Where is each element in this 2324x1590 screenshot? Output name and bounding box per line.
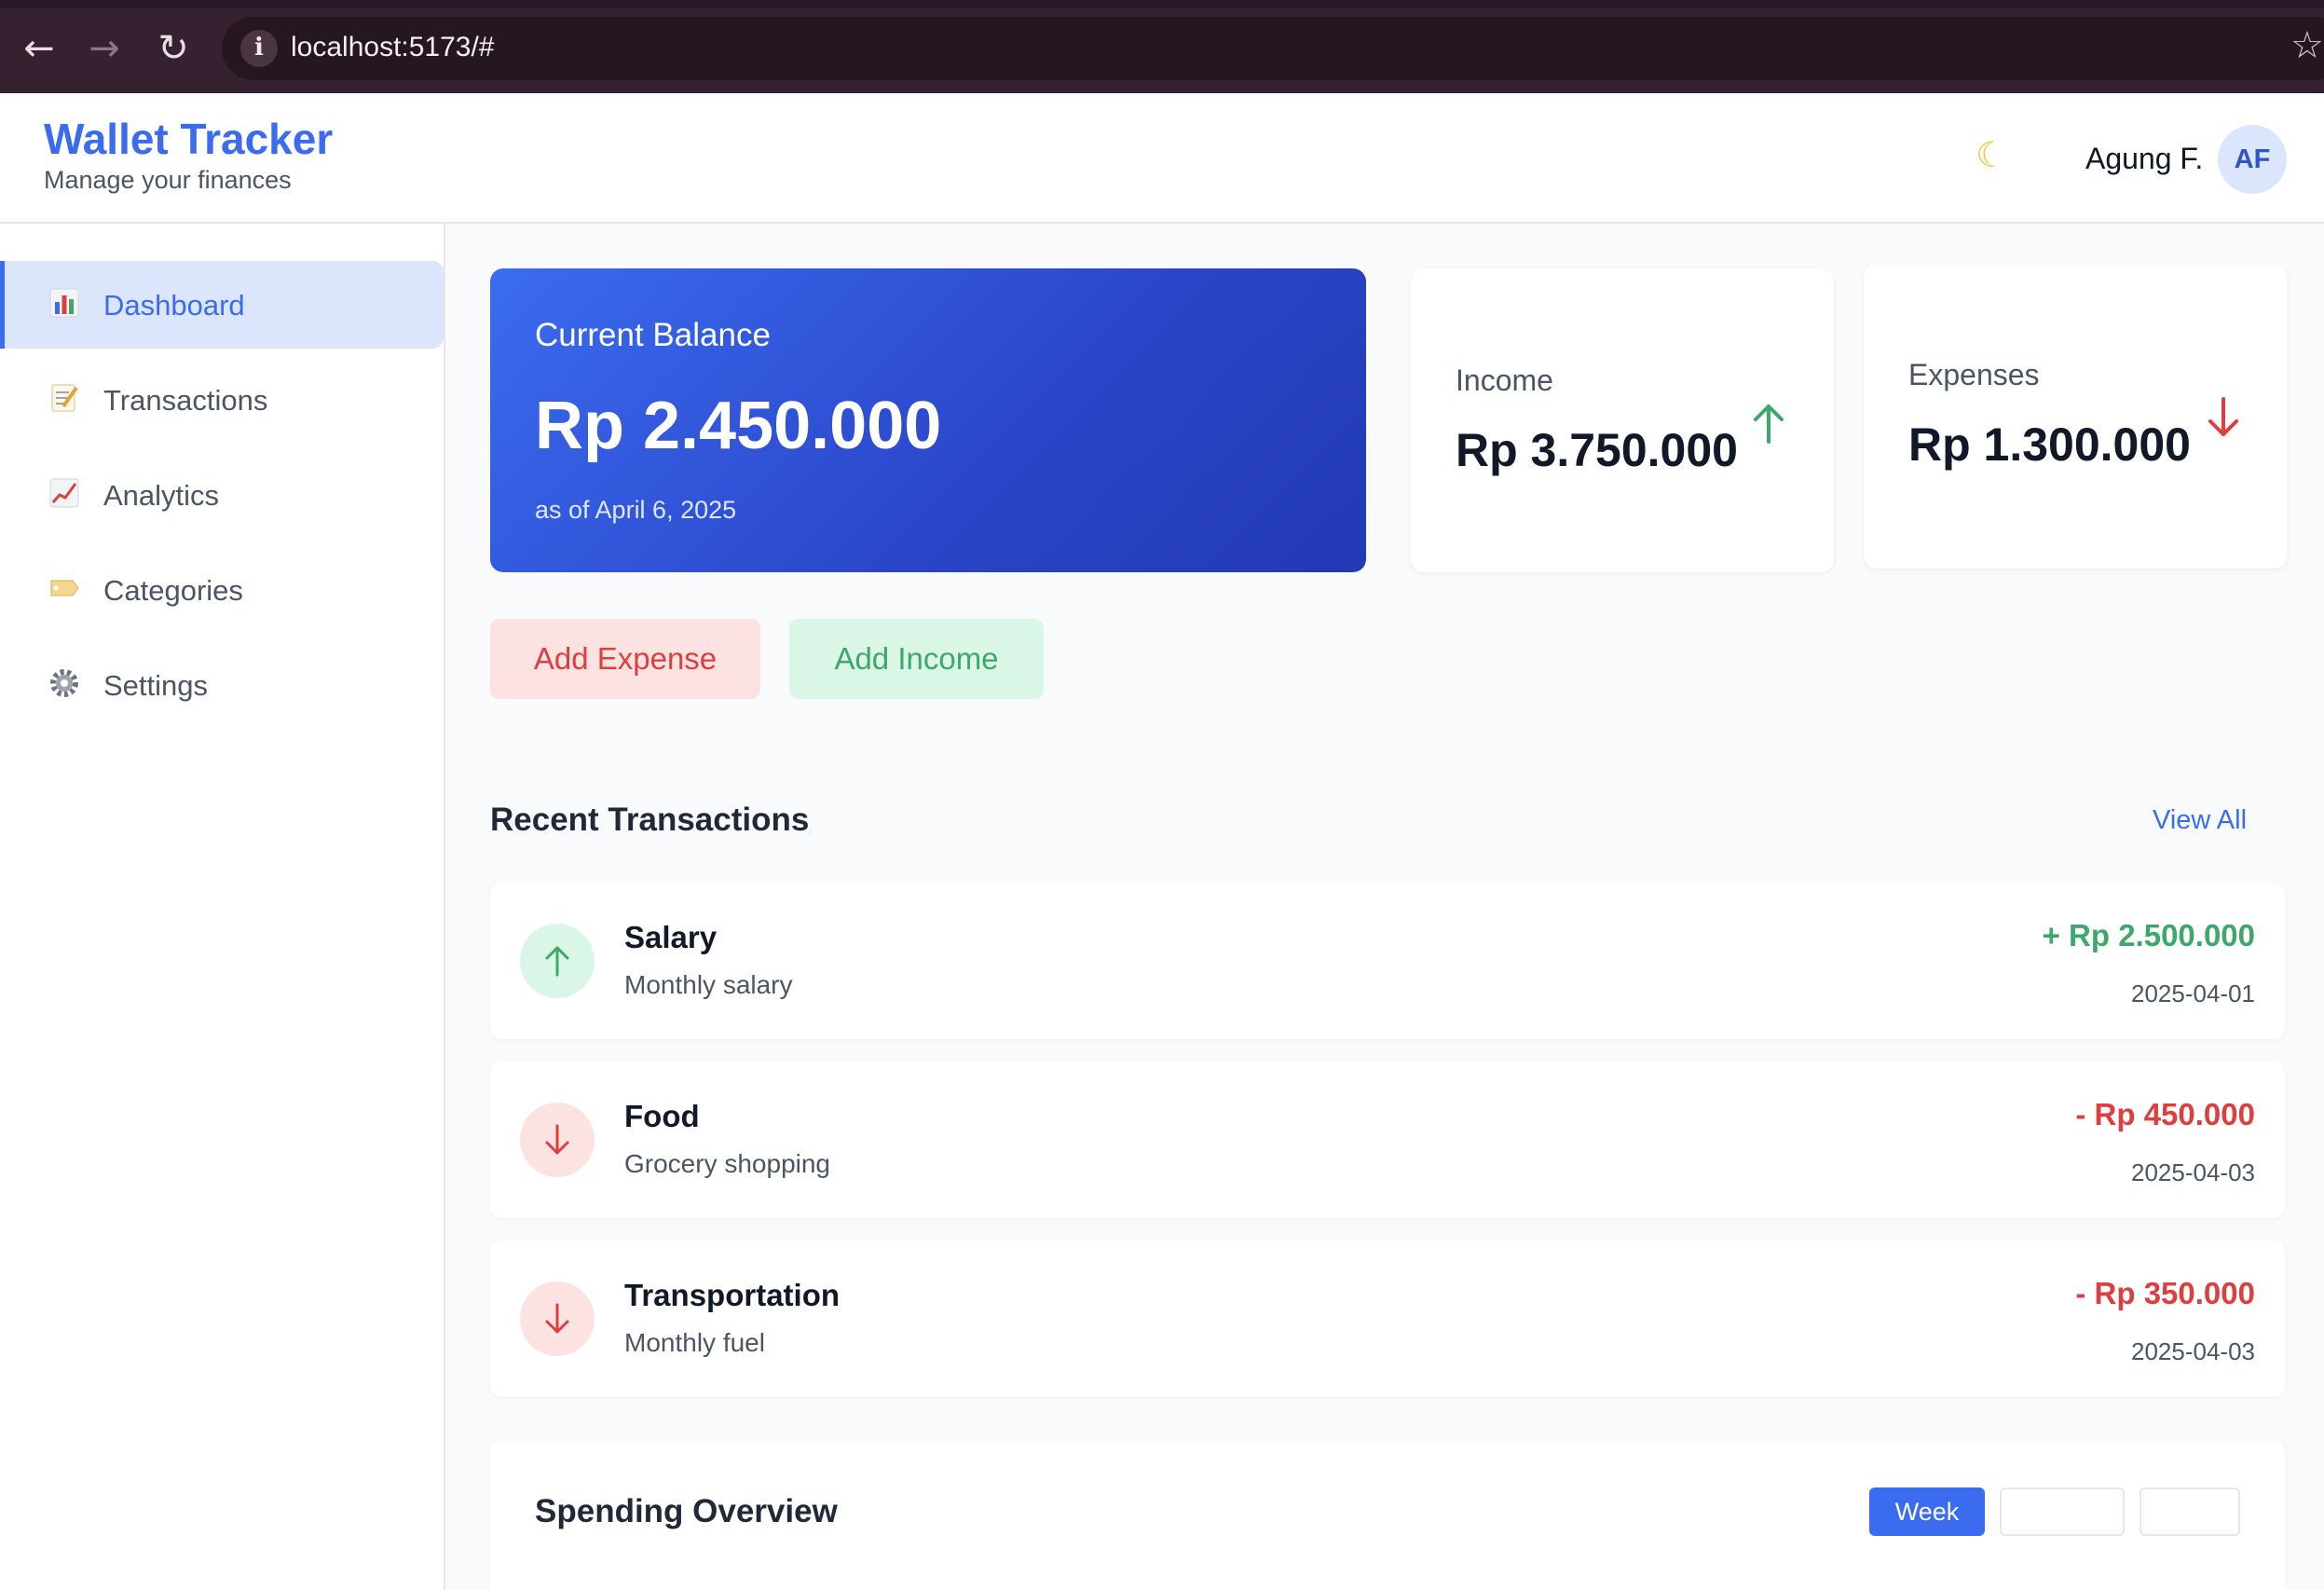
app-header: Wallet Tracker Manage your finances ☾ Ag… bbox=[0, 93, 2324, 224]
tag-icon bbox=[50, 580, 79, 596]
income-card: Income Rp 3.750.000 bbox=[1411, 268, 1834, 572]
expense-indicator bbox=[520, 1103, 595, 1177]
balance-label: Current Balance bbox=[535, 317, 771, 353]
arrow-down-icon bbox=[545, 1124, 569, 1155]
expenses-card: Expenses Rp 1.300.000 bbox=[1864, 265, 2287, 569]
sidebar-item-label: Categories bbox=[103, 574, 243, 607]
arrow-down-icon bbox=[2208, 397, 2238, 436]
sidebar-item-analytics[interactable]: Analytics bbox=[0, 451, 444, 539]
transaction-row[interactable]: Salary Monthly salary + Rp 2.500.000 202… bbox=[490, 883, 2285, 1039]
url-text[interactable]: localhost:5173/# bbox=[291, 32, 495, 63]
address-bar[interactable]: localhost:5173/# bbox=[222, 17, 2324, 80]
transaction-description: Monthly salary bbox=[624, 970, 793, 999]
transaction-date: 2025-04-01 bbox=[2131, 980, 2255, 1007]
period-option-button[interactable] bbox=[2139, 1487, 2240, 1536]
app-subtitle: Manage your finances bbox=[44, 166, 292, 194]
transaction-amount: - Rp 450.000 bbox=[2075, 1097, 2255, 1131]
back-arrow-icon[interactable]: ← bbox=[19, 28, 60, 69]
transaction-amount: + Rp 2.500.000 bbox=[2042, 918, 2255, 953]
sidebar-item-label: Analytics bbox=[103, 479, 220, 512]
memo-icon bbox=[51, 384, 78, 412]
spending-overview-title: Spending Overview bbox=[535, 1493, 838, 1529]
app-title: Wallet Tracker bbox=[44, 115, 334, 163]
reload-icon[interactable]: ↻ bbox=[153, 28, 194, 69]
period-option-button[interactable] bbox=[2000, 1487, 2125, 1536]
sidebar-item-settings[interactable]: Settings bbox=[0, 641, 444, 729]
transaction-description: Monthly fuel bbox=[624, 1328, 765, 1357]
transaction-title: Transportation bbox=[624, 1278, 841, 1312]
arrow-up-icon bbox=[1754, 404, 1784, 444]
sidebar: Dashboard Transactions Analytics Categor… bbox=[0, 224, 445, 1590]
balance-date: as of April 6, 2025 bbox=[535, 496, 737, 524]
transaction-title: Food bbox=[624, 1099, 700, 1133]
expenses-value: Rp 1.300.000 bbox=[1908, 418, 2191, 471]
bar-chart-icon bbox=[49, 288, 79, 318]
bookmark-star-icon[interactable]: ☆ bbox=[2290, 24, 2324, 67]
income-label: Income bbox=[1456, 363, 1553, 397]
arrow-up-icon bbox=[545, 946, 569, 977]
sidebar-item-transactions[interactable]: Transactions bbox=[0, 356, 444, 444]
line-chart-icon bbox=[49, 478, 79, 508]
forward-arrow-icon[interactable]: → bbox=[84, 28, 125, 69]
add-expense-button[interactable]: Add Expense bbox=[490, 619, 760, 699]
transaction-row[interactable]: Food Grocery shopping - Rp 450.000 2025-… bbox=[490, 1062, 2285, 1218]
sidebar-item-label: Settings bbox=[103, 669, 209, 702]
transaction-row[interactable]: Transportation Monthly fuel - Rp 350.000… bbox=[490, 1240, 2285, 1397]
income-value: Rp 3.750.000 bbox=[1456, 424, 1738, 476]
user-name[interactable]: Agung F. bbox=[2085, 142, 2203, 176]
transaction-date: 2025-04-03 bbox=[2131, 1337, 2255, 1365]
recent-transactions-title: Recent Transactions bbox=[490, 802, 810, 838]
arrow-down-icon bbox=[545, 1303, 569, 1334]
moon-icon[interactable]: ☾ bbox=[1975, 134, 2007, 175]
add-income-button[interactable]: Add Income bbox=[789, 619, 1044, 699]
balance-card: Current Balance Rp 2.450.000 as of April… bbox=[490, 268, 1366, 572]
browser-toolbar: ← → ↻ localhost:5173/# ☆ bbox=[0, 0, 2324, 93]
sidebar-item-label: Dashboard bbox=[103, 289, 245, 322]
sidebar-item-label: Transactions bbox=[103, 384, 268, 417]
balance-value: Rp 2.450.000 bbox=[535, 389, 942, 463]
site-info-icon[interactable] bbox=[240, 30, 278, 67]
expenses-label: Expenses bbox=[1908, 358, 2040, 391]
period-week-button[interactable]: Week bbox=[1869, 1487, 1985, 1536]
transaction-description: Grocery shopping bbox=[624, 1149, 831, 1178]
browser-tab-strip bbox=[0, 0, 2324, 7]
sidebar-item-categories[interactable]: Categories bbox=[0, 546, 444, 634]
view-all-link[interactable]: View All bbox=[2153, 805, 2247, 836]
sidebar-item-dashboard[interactable]: Dashboard bbox=[0, 261, 444, 349]
gear-icon bbox=[50, 669, 78, 697]
transaction-amount: - Rp 350.000 bbox=[2075, 1276, 2255, 1310]
expense-indicator bbox=[520, 1282, 595, 1356]
spending-overview-card: Spending Overview Week bbox=[490, 1441, 2285, 1590]
avatar[interactable]: AF bbox=[2218, 125, 2287, 194]
transaction-date: 2025-04-03 bbox=[2131, 1158, 2255, 1186]
income-indicator bbox=[520, 924, 595, 998]
transaction-title: Salary bbox=[624, 920, 718, 954]
